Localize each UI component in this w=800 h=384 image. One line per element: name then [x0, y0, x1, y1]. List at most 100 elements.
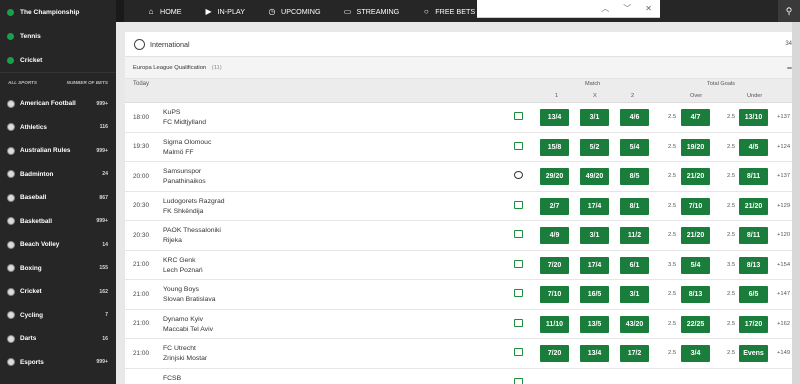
odds-button-draw[interactable]: 13/4 — [580, 345, 609, 362]
stream-icon[interactable] — [514, 377, 523, 384]
sidebar-sport-item[interactable]: Australian Rules 999+ — [0, 139, 116, 163]
competition-header[interactable]: Europa League Qualification (11) − — [125, 57, 798, 79]
sidebar-sport-item[interactable]: Darts 16 — [0, 327, 116, 351]
chevron-up-icon[interactable]: ︿ — [601, 3, 609, 14]
odds-button-home[interactable]: 29/20 — [540, 168, 569, 185]
stream-icon[interactable] — [514, 230, 523, 238]
sidebar-sport-item[interactable]: Beach Volley 14 — [0, 233, 116, 257]
clock-icon[interactable] — [514, 171, 523, 179]
odds-button-draw[interactable]: 17/4 — [580, 197, 609, 215]
odds-button-draw[interactable]: 5/2 — [580, 138, 609, 156]
odds-button-over[interactable]: 5/4 — [681, 256, 710, 274]
stream-icon[interactable] — [514, 141, 523, 150]
odds-button-draw[interactable]: 16/5 — [580, 286, 609, 303]
more-markets-link[interactable]: +149 — [777, 339, 790, 368]
stream-icon[interactable] — [514, 318, 523, 327]
odds-button-under[interactable]: 8/11 — [739, 168, 768, 185]
odds-button-draw[interactable]: 17/4 — [580, 256, 609, 274]
more-markets-link[interactable]: +137 — [777, 103, 790, 132]
more-markets-link[interactable]: +154 — [777, 251, 790, 280]
sidebar-sport-item[interactable]: Esports 999+ — [0, 351, 116, 375]
stream-icon[interactable] — [514, 348, 523, 356]
more-markets-link[interactable]: +120 — [777, 221, 790, 250]
stream-icon[interactable] — [514, 259, 523, 268]
odds-button-over[interactable]: 4/7 — [681, 109, 710, 126]
odds-button-under[interactable]: Evens — [739, 345, 768, 362]
odds-button-home[interactable]: 4/9 — [540, 227, 569, 244]
nav-item-home[interactable]: ⌂ HOME — [146, 7, 182, 16]
region-header[interactable]: International 34 — [125, 32, 798, 57]
match-teams[interactable]: Ludogorets Razgrad FK Shkëndija — [163, 197, 225, 217]
sidebar-sport-item[interactable]: Cycling 7 — [0, 304, 116, 328]
close-icon[interactable]: ✕ — [645, 4, 652, 13]
odds-button-home[interactable]: 7/20 — [540, 345, 569, 362]
sidebar-sport-item[interactable]: American Football 999+ — [0, 92, 116, 116]
match-teams[interactable]: KuPS FC Midtjylland — [163, 108, 206, 128]
more-markets-link[interactable]: +162 — [777, 310, 790, 339]
odds-button-away[interactable]: 5/4 — [620, 138, 649, 156]
more-markets-link[interactable]: +124 — [777, 133, 790, 162]
odds-button-draw[interactable]: 13/5 — [580, 315, 609, 333]
odds-button-over[interactable]: 21/20 — [681, 168, 710, 185]
odds-button-away[interactable]: 8/5 — [620, 168, 649, 185]
odds-button-home[interactable]: 7/10 — [540, 286, 569, 303]
match-teams[interactable]: Sigma Olomouc Malmö FF — [163, 138, 211, 158]
odds-button-away[interactable]: 11/2 — [620, 227, 649, 244]
favourite-item[interactable]: Tennis — [0, 24, 116, 48]
odds-button-under[interactable]: 21/20 — [739, 197, 768, 215]
odds-button-home[interactable]: 13/4 — [540, 109, 569, 126]
odds-button-over[interactable]: 7/10 — [681, 197, 710, 215]
odds-button-draw[interactable]: 3/1 — [580, 227, 609, 244]
odds-button-home[interactable]: 7/20 — [540, 256, 569, 274]
search-button[interactable]: ⚲ — [778, 0, 800, 22]
odds-button-home[interactable]: 11/10 — [540, 315, 569, 333]
match-teams[interactable]: KRC Genk Lech Poznań — [163, 256, 203, 276]
sidebar-sport-item[interactable]: Athletics 116 — [0, 116, 116, 140]
match-teams[interactable]: Young Boys Slovan Bratislava — [163, 285, 216, 305]
odds-button-over[interactable]: 21/20 — [681, 227, 710, 244]
odds-button-draw[interactable]: 49/20 — [580, 168, 609, 185]
odds-button-under[interactable]: 17/20 — [739, 315, 768, 333]
chevron-down-icon[interactable]: ﹀ — [623, 3, 631, 14]
match-teams[interactable]: Dynamo Kyiv Maccabi Tel Aviv — [163, 315, 213, 335]
nav-item-in-play[interactable]: ▶ IN-PLAY — [204, 7, 245, 16]
sidebar-sport-item[interactable]: Baseball 867 — [0, 186, 116, 210]
odds-button-away[interactable]: 17/2 — [620, 345, 649, 362]
nav-item-upcoming[interactable]: ◷ UPCOMING — [267, 7, 321, 16]
stream-icon[interactable] — [514, 200, 523, 209]
odds-button-away[interactable]: 6/1 — [620, 256, 649, 274]
stream-icon[interactable] — [514, 289, 523, 297]
odds-button-over[interactable]: 22/25 — [681, 315, 710, 333]
odds-button-under[interactable]: 8/13 — [739, 256, 768, 274]
favourite-item[interactable]: The Championship — [0, 0, 116, 24]
favourite-item[interactable]: Cricket — [0, 48, 116, 72]
sidebar-sport-item[interactable]: Basketball 999+ — [0, 210, 116, 234]
more-markets-link[interactable]: +129 — [777, 192, 790, 221]
match-teams[interactable]: Samsunspor Panathinaikos — [163, 167, 206, 187]
odds-button-under[interactable]: 8/11 — [739, 227, 768, 244]
nav-item-streaming[interactable]: ▭ STREAMING — [343, 7, 400, 16]
sidebar-sport-item[interactable]: Boxing 155 — [0, 257, 116, 281]
odds-button-home[interactable]: 2/7 — [540, 197, 569, 215]
stream-icon[interactable] — [514, 112, 523, 120]
more-markets-link[interactable]: +147 — [777, 280, 790, 309]
sidebar-sport-item[interactable]: Badminton 24 — [0, 163, 116, 187]
odds-button-over[interactable]: 19/20 — [681, 138, 710, 156]
match-teams[interactable]: FCSB — [163, 374, 181, 384]
odds-button-away[interactable]: 8/1 — [620, 197, 649, 215]
odds-button-away[interactable]: 43/20 — [620, 315, 649, 333]
odds-button-over[interactable]: 3/4 — [681, 345, 710, 362]
odds-button-away[interactable]: 4/6 — [620, 109, 649, 126]
odds-button-over[interactable]: 8/13 — [681, 286, 710, 303]
match-teams[interactable]: FC Utrecht Zrinjski Mostar — [163, 344, 207, 364]
sidebar-sport-item[interactable]: Cricket 162 — [0, 280, 116, 304]
odds-button-home[interactable]: 15/8 — [540, 138, 569, 156]
match-teams[interactable]: PAOK Thessaloniki Rijeka — [163, 226, 221, 246]
odds-button-under[interactable]: 4/5 — [739, 138, 768, 156]
odds-button-draw[interactable]: 3/1 — [580, 109, 609, 126]
more-markets-link[interactable]: +137 — [777, 162, 790, 191]
odds-button-away[interactable]: 3/1 — [620, 286, 649, 303]
scrollbar[interactable] — [792, 22, 800, 384]
odds-button-under[interactable]: 13/10 — [739, 109, 768, 126]
odds-button-under[interactable]: 6/5 — [739, 286, 768, 303]
